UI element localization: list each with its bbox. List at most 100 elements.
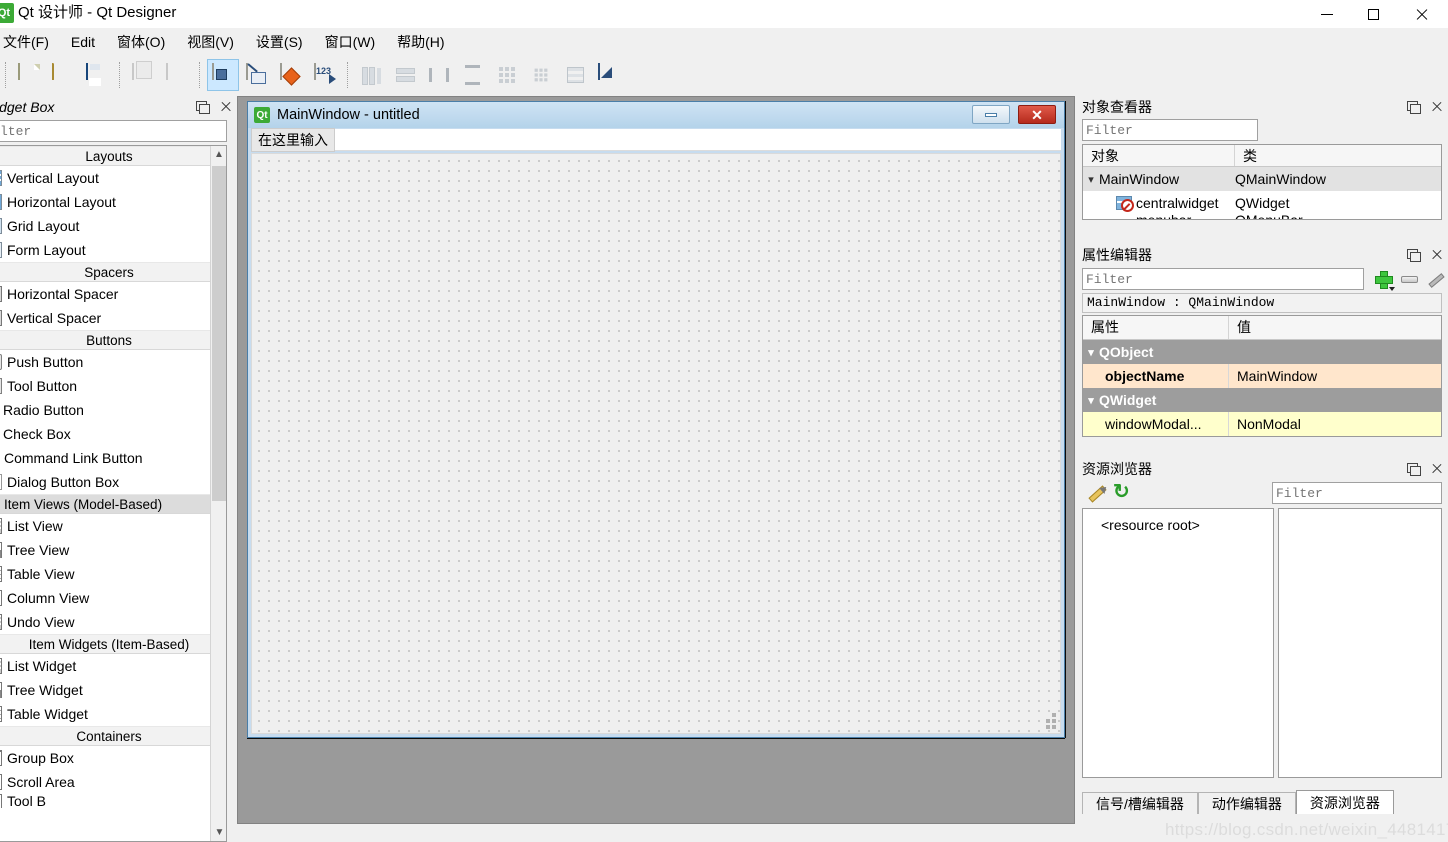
break-layout-button[interactable] xyxy=(559,59,591,91)
open-file-button[interactable] xyxy=(47,59,79,91)
form-menu-bar[interactable]: 在这里输入 xyxy=(251,127,1061,152)
resource-filter-input[interactable] xyxy=(1272,482,1442,504)
edit-resources-button[interactable] xyxy=(1084,481,1110,505)
widget-item-horizontal-spacer[interactable]: Horizontal Spacer xyxy=(0,282,226,306)
layout-grid-button[interactable] xyxy=(491,59,523,91)
widget-item-tree-widget[interactable]: Tree Widget xyxy=(0,678,226,702)
float-icon[interactable] xyxy=(1404,246,1421,262)
form-window[interactable]: Qt MainWindow - untitled ✕ 在这里输入 xyxy=(247,101,1065,738)
property-row[interactable]: windowModal... NonModal xyxy=(1083,412,1441,436)
close-icon[interactable] xyxy=(217,98,233,114)
resource-preview-list[interactable] xyxy=(1278,508,1442,778)
layout-splitter-vertical-button[interactable] xyxy=(457,59,489,91)
table-row[interactable]: ▾ MainWindow QMainWindow xyxy=(1083,167,1441,191)
widget-box-category-containers[interactable]: Containers xyxy=(0,726,226,746)
widget-box-category-buttons[interactable]: Buttons xyxy=(0,330,226,350)
property-editor-filter-input[interactable] xyxy=(1082,268,1364,290)
widget-item-column-view[interactable]: Column View xyxy=(0,586,226,610)
widget-item-push-button[interactable]: Push Button xyxy=(0,350,226,374)
property-value[interactable]: NonModal xyxy=(1229,416,1301,432)
widget-item-horizontal-layout[interactable]: Horizontal Layout xyxy=(0,190,226,214)
widget-item-command-link-button[interactable]: Command Link Button xyxy=(0,446,226,470)
float-icon[interactable] xyxy=(1404,460,1421,476)
edit-tab-order-button[interactable]: 123 xyxy=(309,59,341,91)
widget-item-dialog-button-box[interactable]: Dialog Button Box xyxy=(0,470,226,494)
widget-item-vertical-layout[interactable]: Vertical Layout xyxy=(0,166,226,190)
tab-signal-slot-editor[interactable]: 信号/槽编辑器 xyxy=(1082,792,1198,814)
close-icon[interactable] xyxy=(1428,246,1444,262)
close-icon[interactable] xyxy=(1428,98,1444,114)
widget-item-scroll-area[interactable]: Scroll Area xyxy=(0,770,226,794)
edit-signals-slots-button[interactable] xyxy=(241,59,273,91)
object-inspector-tree[interactable]: 对象 类 ▾ MainWindow QMainWindow centralwidg… xyxy=(1082,144,1442,220)
configure-button[interactable] xyxy=(1422,267,1448,291)
add-property-button[interactable] xyxy=(1370,267,1396,291)
property-group-row[interactable]: ▾ QObject xyxy=(1083,340,1441,364)
scrollbar-thumb[interactable] xyxy=(212,166,226,501)
menu-file[interactable]: 文件(F) xyxy=(0,30,60,54)
widget-item-grid-layout[interactable]: Grid Layout xyxy=(0,214,226,238)
chevron-up-icon[interactable]: ▲ xyxy=(211,146,226,163)
reload-resources-button[interactable]: ↻ xyxy=(1110,481,1136,505)
menu-form[interactable]: 窗体(O) xyxy=(106,30,176,54)
float-icon[interactable] xyxy=(1404,98,1421,114)
layout-splitter-horizontal-button[interactable] xyxy=(423,59,455,91)
widget-item-list-view[interactable]: List View xyxy=(0,514,226,538)
widget-item-radio-button[interactable]: Radio Button xyxy=(0,398,226,422)
widget-box-category-item-widgets[interactable]: Item Widgets (Item-Based) xyxy=(0,634,226,654)
copy-button[interactable] xyxy=(127,59,159,91)
widget-box-scrollbar[interactable]: ▲ ▼ xyxy=(210,146,226,841)
table-row[interactable]: menubar QMenuBar xyxy=(1083,215,1441,219)
remove-property-button[interactable] xyxy=(1396,267,1422,291)
save-file-button[interactable] xyxy=(81,59,113,91)
form-window-title-bar[interactable]: Qt MainWindow - untitled ✕ xyxy=(248,102,1064,128)
chevron-down-icon[interactable]: ▾ xyxy=(1083,173,1099,186)
resize-grip-icon[interactable] xyxy=(1043,716,1057,730)
property-row[interactable]: objectName MainWindow xyxy=(1083,364,1441,388)
form-close-button[interactable]: ✕ xyxy=(1018,105,1056,124)
float-icon[interactable] xyxy=(193,98,210,114)
widget-item-check-box[interactable]: Check Box xyxy=(0,422,226,446)
resource-root-label[interactable]: <resource root> xyxy=(1101,517,1200,533)
widget-box-category-spacers[interactable]: Spacers xyxy=(0,262,226,282)
preview-button[interactable] xyxy=(593,59,625,91)
chevron-down-icon[interactable]: ▾ xyxy=(1083,394,1099,407)
form-minimize-button[interactable] xyxy=(972,105,1010,124)
menu-view[interactable]: 视图(V) xyxy=(176,30,245,54)
widget-box-category-item-views[interactable]: Item Views (Model-Based) xyxy=(0,494,226,514)
tab-action-editor[interactable]: 动作编辑器 xyxy=(1197,792,1296,814)
edit-buddies-button[interactable] xyxy=(275,59,307,91)
new-file-button[interactable] xyxy=(13,59,45,91)
menu-settings[interactable]: 设置(S) xyxy=(245,30,314,54)
widget-item-tool-box[interactable]: Tool B xyxy=(0,794,226,808)
maximize-icon[interactable] xyxy=(1350,0,1396,28)
widget-item-vertical-spacer[interactable]: Vertical Spacer xyxy=(0,306,226,330)
menu-help[interactable]: 帮助(H) xyxy=(386,30,455,54)
widget-item-group-box[interactable]: Group Box xyxy=(0,746,226,770)
property-table[interactable]: 属性 值 ▾ QObject objectName MainWindow ▾ QWi… xyxy=(1082,315,1442,437)
layout-form-button[interactable] xyxy=(525,59,557,91)
layout-vertically-button[interactable] xyxy=(389,59,421,91)
edit-widgets-button[interactable] xyxy=(207,58,239,91)
chevron-down-icon[interactable]: ▼ xyxy=(211,824,226,841)
form-menubar-placeholder[interactable]: 在这里输入 xyxy=(251,127,335,152)
widget-item-undo-view[interactable]: Undo View xyxy=(0,610,226,634)
property-value[interactable]: MainWindow xyxy=(1229,368,1317,384)
tab-resource-browser[interactable]: 资源浏览器 xyxy=(1295,790,1394,814)
widget-item-table-view[interactable]: Table View xyxy=(0,562,226,586)
widget-item-table-widget[interactable]: Table Widget xyxy=(0,702,226,726)
menu-edit[interactable]: Edit xyxy=(60,30,106,54)
paste-button[interactable] xyxy=(161,59,193,91)
table-row[interactable]: centralwidget QWidget xyxy=(1083,191,1441,215)
resource-tree[interactable]: <resource root> xyxy=(1082,508,1274,778)
close-icon[interactable] xyxy=(1428,460,1444,476)
menu-window[interactable]: 窗口(W) xyxy=(314,30,387,54)
widget-item-form-layout[interactable]: Form Layout xyxy=(0,238,226,262)
widget-item-tree-view[interactable]: Tree View xyxy=(0,538,226,562)
widget-box-category-layouts[interactable]: Layouts xyxy=(0,146,226,166)
property-group-row[interactable]: ▾ QWidget xyxy=(1083,388,1441,412)
widget-item-list-widget[interactable]: List Widget xyxy=(0,654,226,678)
layout-horizontally-button[interactable] xyxy=(355,59,387,91)
close-icon[interactable] xyxy=(1398,0,1444,28)
minimize-icon[interactable] xyxy=(1304,0,1350,28)
